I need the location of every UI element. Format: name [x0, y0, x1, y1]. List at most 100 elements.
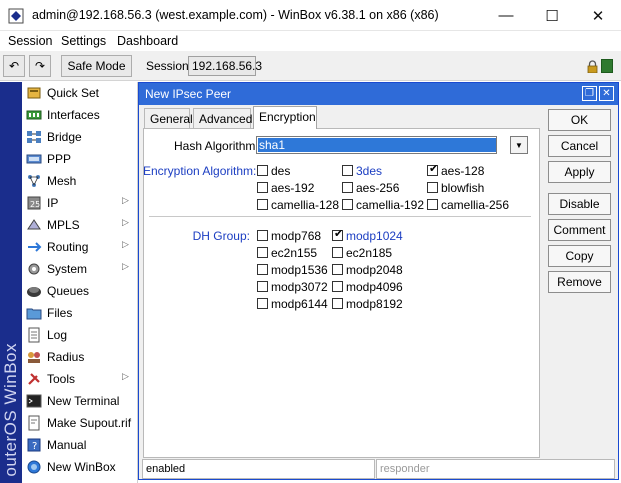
checkbox-label-camellia-256: camellia-256: [441, 198, 510, 212]
mesh-icon: [28, 175, 40, 187]
sidebar-item-interfaces[interactable]: Interfaces: [22, 104, 138, 126]
checkbox-aes-192[interactable]: [257, 182, 268, 193]
checkbox-3des[interactable]: [342, 165, 353, 176]
undo-icon: ↶: [8, 59, 20, 73]
routing-icon: [28, 242, 42, 252]
disable-button[interactable]: Disable: [548, 193, 611, 215]
tab-encryption[interactable]: Encryption: [253, 106, 317, 129]
ip-icon: 255: [27, 196, 42, 210]
winbox-icon: [27, 460, 41, 474]
sidebar-item-new-winbox[interactable]: New WinBox: [22, 456, 138, 478]
sidebar-item-ip[interactable]: 255 IP ▷: [22, 192, 138, 214]
comment-button[interactable]: Comment: [548, 219, 611, 241]
sidebar-item-label: Files: [47, 306, 73, 320]
dialog-restore-button[interactable]: ❐: [582, 86, 597, 101]
sidebar-item-label: Queues: [47, 284, 90, 298]
checkbox-ec2n155[interactable]: [257, 247, 268, 258]
sidebar-item-label: Quick Set: [47, 86, 100, 100]
tab-advanced[interactable]: Advanced: [193, 108, 252, 128]
hash-algorithm-dropdown-button[interactable]: ▼: [510, 136, 528, 154]
status-enabled: enabled: [142, 459, 375, 479]
svg-text:?: ?: [32, 441, 37, 452]
checkbox-label-ec2n155: ec2n155: [271, 246, 318, 260]
checkbox-camellia-128[interactable]: [257, 199, 268, 210]
submenu-arrow-icon: ▷: [122, 371, 129, 381]
sidebar-item-radius[interactable]: Radius: [22, 346, 138, 368]
gear-icon: [28, 263, 40, 275]
radius-icon: [28, 352, 40, 363]
interfaces-icon: [26, 110, 42, 120]
hash-algorithm-value: sha1: [258, 138, 496, 152]
checkbox-modp8192[interactable]: [332, 298, 343, 309]
sidebar-item-log[interactable]: Log: [22, 324, 138, 346]
menu-dashboard[interactable]: Dashboard: [117, 34, 178, 48]
checkbox-modp1536[interactable]: [257, 264, 268, 275]
sidebar-item-files[interactable]: Files: [22, 302, 138, 324]
sidebar-item-manual[interactable]: ? Manual: [22, 434, 138, 456]
checkbox-modp768[interactable]: [257, 230, 268, 241]
sidebar-item-label: PPP: [47, 152, 72, 166]
sidebar-item-bridge[interactable]: Bridge: [22, 126, 138, 148]
sidebar-item-label: Radius: [47, 350, 85, 364]
checkbox-blowfish[interactable]: [427, 182, 438, 193]
checkbox-des[interactable]: [257, 165, 268, 176]
tab-general[interactable]: General: [144, 108, 193, 128]
cancel-button[interactable]: Cancel: [548, 135, 611, 157]
checkbox-modp2048[interactable]: [332, 264, 343, 275]
apply-button[interactable]: Apply: [548, 161, 611, 183]
checkbox-label-camellia-192: camellia-192: [356, 198, 425, 212]
svg-text:255: 255: [30, 200, 42, 209]
checkbox-ec2n185[interactable]: [332, 247, 343, 258]
redo-button[interactable]: ↷: [29, 55, 51, 77]
sidebar-item-mpls[interactable]: MPLS ▷: [22, 214, 138, 236]
checkbox-modp3072[interactable]: [257, 281, 268, 292]
checkbox-modp6144[interactable]: [257, 298, 268, 309]
sidebar-item-new-terminal[interactable]: New Terminal: [22, 390, 138, 412]
sidebar-item-system[interactable]: System ▷: [22, 258, 138, 280]
checkbox-label-modp768: modp768: [271, 229, 322, 243]
files-icon: [26, 308, 42, 320]
safe-mode-button[interactable]: Safe Mode: [61, 55, 132, 77]
dialog-titlebar[interactable]: New IPsec Peer ❐ ✕: [139, 83, 618, 105]
manual-icon: ?: [27, 438, 41, 452]
toolbar: ↶ ↷ Safe Mode Session: 192.168.56.3: [0, 51, 621, 81]
sidebar-item-quick-set[interactable]: Quick Set: [22, 82, 138, 104]
ipsec-peer-dialog: New IPsec Peer ❐ ✕ General Advanced Encr…: [138, 82, 619, 480]
dialog-close-button[interactable]: ✕: [599, 86, 614, 101]
sidebar-item-ppp[interactable]: PPP: [22, 148, 138, 170]
sidebar-item-tools[interactable]: Tools ▷: [22, 368, 138, 390]
sidebar: Quick Set Interfaces Bridge PPP Mesh 255…: [22, 82, 138, 483]
maximize-button[interactable]: ☐: [529, 0, 575, 31]
copy-button[interactable]: Copy: [548, 245, 611, 267]
hash-algorithm-select[interactable]: sha1: [256, 136, 497, 154]
checkbox-modp1024[interactable]: ✔: [332, 228, 344, 241]
close-button[interactable]: ✕: [575, 0, 621, 31]
bridge-icon: [27, 131, 41, 143]
sidebar-item-queues[interactable]: Queues: [22, 280, 138, 302]
submenu-arrow-icon: ▷: [122, 261, 129, 271]
terminal-icon: [26, 394, 42, 408]
sidebar-item-make-supout[interactable]: Make Supout.rif: [22, 412, 138, 434]
sidebar-item-label: IP: [47, 196, 59, 210]
sidebar-item-label: Bridge: [47, 130, 82, 144]
minimize-button[interactable]: —: [483, 0, 529, 31]
checkbox-label-modp3072: modp3072: [271, 280, 328, 294]
checkbox-aes-128[interactable]: ✔: [427, 163, 438, 176]
sidebar-item-mesh[interactable]: Mesh: [22, 170, 138, 192]
checkbox-modp4096[interactable]: [332, 281, 343, 292]
remove-button[interactable]: Remove: [548, 271, 611, 293]
checkbox-label-aes-256: aes-256: [356, 181, 400, 195]
checkmark-icon: ✔: [334, 228, 344, 240]
sidebar-item-label: New WinBox: [47, 460, 116, 474]
menu-settings[interactable]: Settings: [61, 34, 106, 48]
checkbox-label-modp4096: modp4096: [346, 280, 403, 294]
checkbox-camellia-256[interactable]: [427, 199, 438, 210]
menu-session[interactable]: Session: [8, 34, 52, 48]
undo-button[interactable]: ↶: [3, 55, 25, 77]
sidebar-item-routing[interactable]: Routing ▷: [22, 236, 138, 258]
sidebar-item-label: Mesh: [47, 174, 77, 188]
dialog-title: New IPsec Peer: [145, 87, 232, 101]
ok-button[interactable]: OK: [548, 109, 611, 131]
checkbox-aes-256[interactable]: [342, 182, 353, 193]
checkbox-camellia-192[interactable]: [342, 199, 353, 210]
